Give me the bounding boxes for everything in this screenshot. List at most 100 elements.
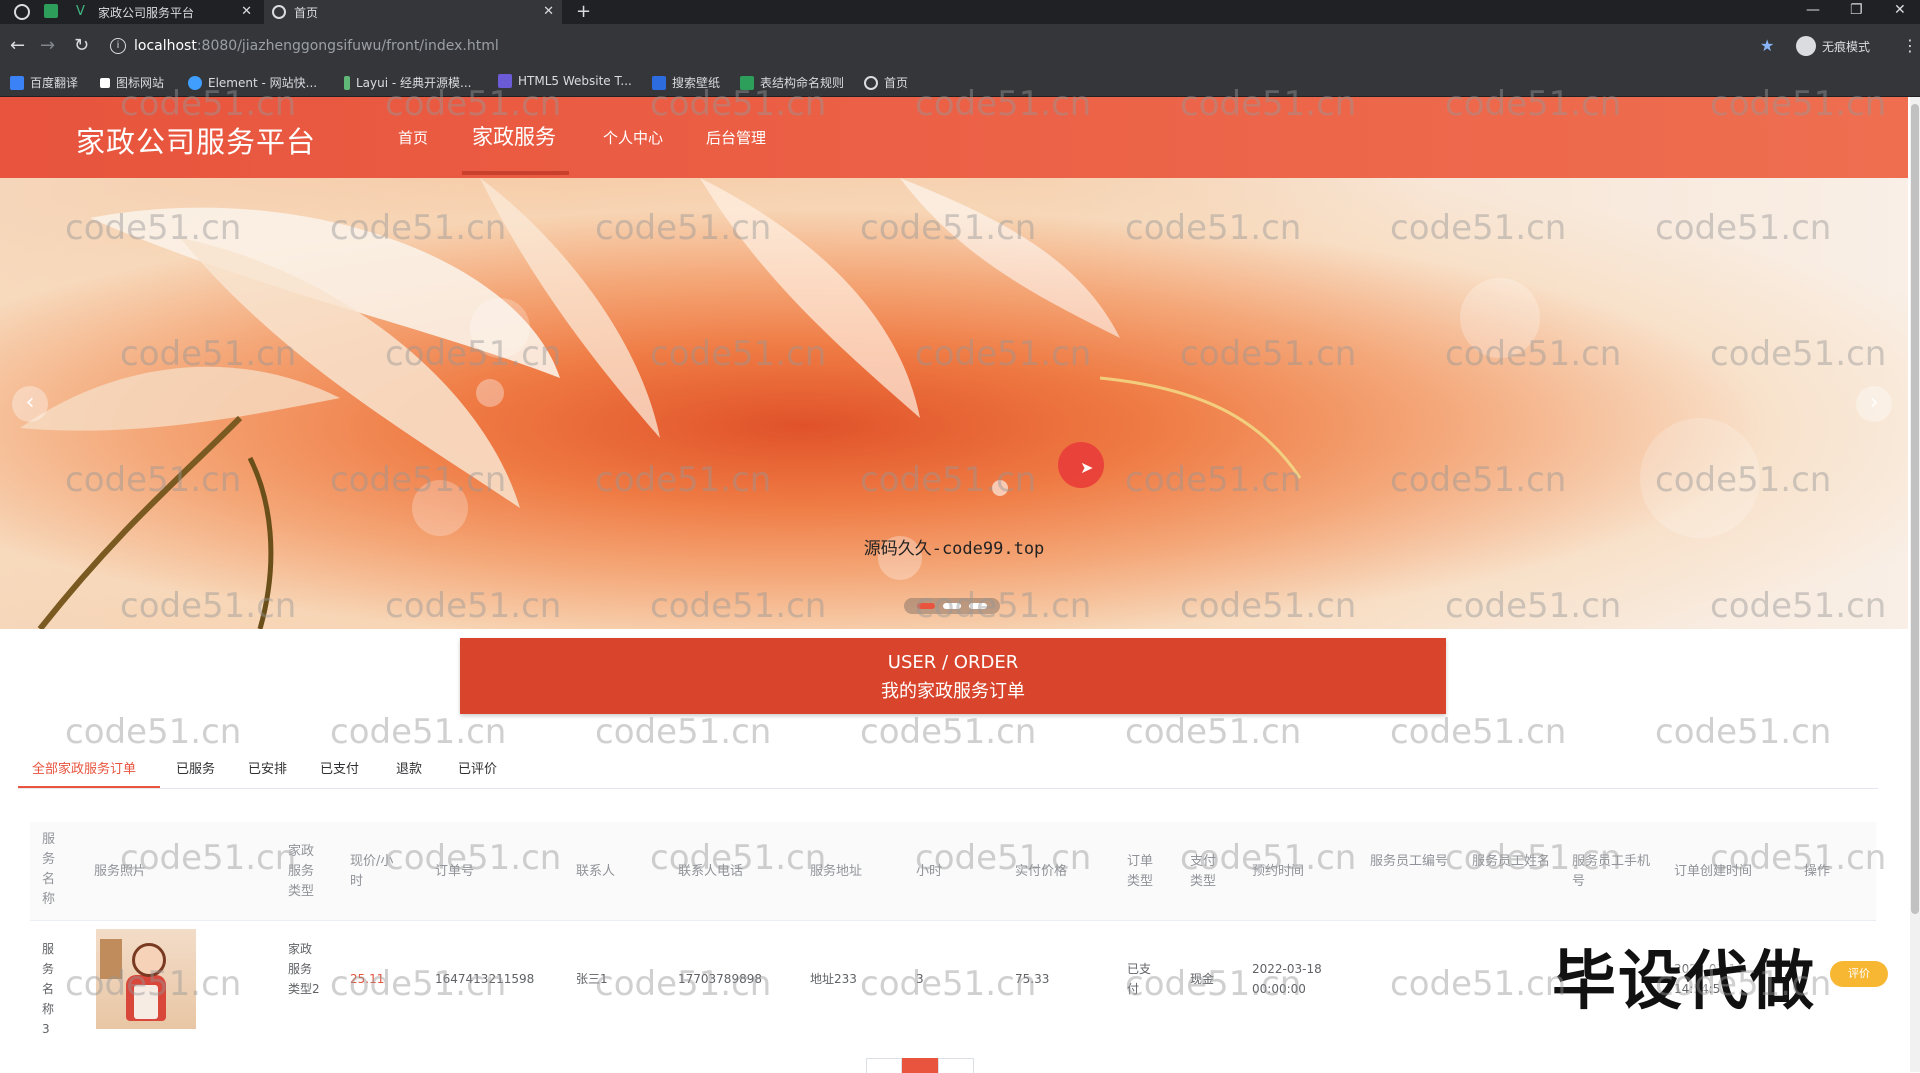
cell-service-name: 服务名称3 xyxy=(42,942,55,1036)
active-tab-underline xyxy=(18,786,160,788)
column-header: 家政服务类型 xyxy=(288,844,315,899)
tab-served[interactable]: 已服务 xyxy=(176,758,215,777)
column-header: 服务员工手机号 xyxy=(1572,854,1651,889)
carousel-dot[interactable] xyxy=(917,603,935,609)
watermark-text: code51.cn xyxy=(860,712,1037,752)
watermark-text: code51.cn xyxy=(1390,712,1567,752)
page-1-button[interactable] xyxy=(902,1058,938,1073)
pagination xyxy=(866,1058,974,1073)
bookmark-item[interactable]: Element - 网站快... xyxy=(188,74,317,91)
bookmark-label: 表结构命名规则 xyxy=(760,76,845,90)
window-close-icon[interactable]: ✕ xyxy=(1894,0,1906,20)
url-host: localhost xyxy=(134,38,197,54)
column-header: 联系人 xyxy=(576,864,616,879)
forward-icon[interactable]: → xyxy=(40,36,55,56)
scrollbar-thumb[interactable] xyxy=(1911,104,1919,914)
bookmark-item[interactable]: 图标网站 xyxy=(100,74,164,91)
tab-title: 家政公司服务平台 xyxy=(98,5,195,20)
banner-carousel[interactable]: ‹ › ➤ 源码久久-code99.top xyxy=(0,178,1908,629)
order-status-tabs: 全部家政服务订单 已服务 已安排 已支付 退款 已评价 xyxy=(18,752,1878,789)
bookmarks-bar: 百度翻译 图标网站 Element - 网站快... Layui - 经典开源模… xyxy=(0,68,1920,97)
order-title-en: USER / ORDER xyxy=(887,652,1019,673)
incognito-indicator[interactable]: 无痕模式 xyxy=(1796,36,1870,56)
active-nav-underline xyxy=(462,171,569,175)
globe-icon xyxy=(272,5,286,19)
prev-page-button[interactable] xyxy=(866,1058,902,1073)
column-header: 实付价格 xyxy=(1015,864,1068,879)
pointer-icon: ➤ xyxy=(1080,458,1094,477)
bookmark-label: 首页 xyxy=(884,76,909,90)
bookmark-label: Layui - 经典开源模... xyxy=(356,76,472,90)
wallpaper-icon xyxy=(652,75,666,90)
browser-tab-bar: V 家政公司服务平台 ✕ 首页 ✕ + — ❐ ✕ xyxy=(0,0,1920,24)
banner-caption: 源码久久-code99.top xyxy=(863,539,1045,559)
tab-refund[interactable]: 退款 xyxy=(396,758,422,777)
column-header: 支付类型 xyxy=(1190,854,1217,889)
watermark-text: code51.cn xyxy=(65,712,242,752)
url-path: :8080/jiazhenggongsifuwu/front/index.htm… xyxy=(196,38,499,54)
tab-reviewed[interactable]: 已评价 xyxy=(458,758,497,777)
nav-housekeeping[interactable]: 家政服务 xyxy=(472,121,556,151)
flag-icon xyxy=(100,77,110,88)
tab-platform[interactable]: V 家政公司服务平台 ✕ xyxy=(68,0,260,24)
url-field[interactable]: i localhost :8080/jiazhenggongsifuwu/fro… xyxy=(110,32,1770,60)
bookmark-item[interactable]: 搜索壁纸 xyxy=(652,74,720,91)
bookmark-star-icon[interactable]: ★ xyxy=(1760,36,1774,55)
watermark-text: code51.cn xyxy=(595,712,772,752)
column-header: 服务员工姓名 xyxy=(1472,854,1551,869)
next-page-button[interactable] xyxy=(938,1058,974,1073)
close-icon[interactable]: ✕ xyxy=(241,4,252,19)
photo-shelf xyxy=(100,939,122,979)
element-icon xyxy=(188,75,202,90)
column-header: 联系人电话 xyxy=(678,864,744,879)
vue-icon: V xyxy=(76,4,85,19)
carousel-prev-button[interactable]: ‹ xyxy=(12,386,48,422)
site-brand[interactable]: 家政公司服务平台 xyxy=(76,119,316,161)
carousel-dot[interactable] xyxy=(969,603,987,609)
sheet-icon xyxy=(740,75,754,90)
column-header: 服务名称 xyxy=(42,832,56,907)
close-icon[interactable]: ✕ xyxy=(543,4,554,19)
html5-icon xyxy=(498,74,512,88)
watermark-text: code51.cn xyxy=(1125,712,1302,752)
bookmark-item[interactable]: 首页 xyxy=(864,74,908,91)
review-button[interactable]: 评价 xyxy=(1830,961,1888,987)
tab-paid[interactable]: 已支付 xyxy=(320,758,359,777)
watermark-text: code51.cn xyxy=(330,712,507,752)
back-icon[interactable]: ← xyxy=(10,36,25,56)
cell-contact: 张三1 xyxy=(576,972,608,986)
reload-icon[interactable]: ↻ xyxy=(74,36,89,56)
globe-icon xyxy=(864,75,878,90)
bookmark-item[interactable]: HTML5 Website T... xyxy=(498,74,632,88)
service-photo[interactable] xyxy=(96,929,196,1029)
mouse-cursor-highlight: ➤ xyxy=(1058,442,1104,488)
bookmark-label: Element - 网站快... xyxy=(208,76,318,90)
new-tab-button[interactable]: + xyxy=(576,0,591,24)
browser-menu-icon[interactable]: ⋮ xyxy=(1902,36,1918,55)
carousel-dot[interactable] xyxy=(943,603,961,609)
bookmark-label: 百度翻译 xyxy=(30,76,79,90)
nav-personal-center[interactable]: 个人中心 xyxy=(603,127,663,148)
bookmark-item[interactable]: Layui - 经典开源模... xyxy=(344,74,471,91)
site-header: 家政公司服务平台 首页 家政服务 个人中心 后台管理 xyxy=(0,97,1908,178)
nav-admin[interactable]: 后台管理 xyxy=(706,127,766,148)
bookmark-label: HTML5 Website T... xyxy=(518,74,632,88)
cell-price: 25.11 xyxy=(350,972,385,986)
tab-home[interactable]: 首页 ✕ xyxy=(264,0,562,24)
carousel-next-button[interactable]: › xyxy=(1856,386,1892,422)
tab-all-orders[interactable]: 全部家政服务订单 xyxy=(32,758,136,777)
tab-arranged[interactable]: 已安排 xyxy=(248,758,287,777)
bookmark-item[interactable]: 百度翻译 xyxy=(10,74,78,91)
restore-icon[interactable]: ❐ xyxy=(1850,0,1863,20)
minimize-icon[interactable]: — xyxy=(1806,0,1820,20)
column-header: 小时 xyxy=(916,864,943,879)
nav-home[interactable]: 首页 xyxy=(398,127,428,148)
site-info-icon[interactable]: i xyxy=(110,38,126,54)
bookmark-item[interactable]: 表结构命名规则 xyxy=(740,74,844,91)
address-bar-row: ← → ↻ i localhost :8080/jiazhenggongsifu… xyxy=(0,24,1920,68)
order-section-title: USER / ORDER 我的家政服务订单 xyxy=(460,638,1446,714)
cell-paid: 75.33 xyxy=(1015,972,1050,986)
sheets-tab-icon[interactable] xyxy=(44,4,58,18)
feather-illustration xyxy=(20,178,1760,629)
watermark-text: code51.cn xyxy=(1655,712,1832,752)
